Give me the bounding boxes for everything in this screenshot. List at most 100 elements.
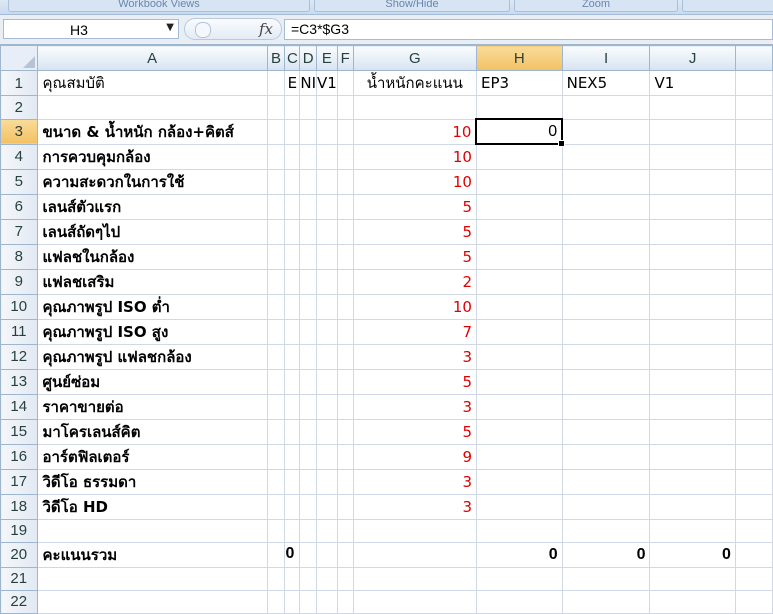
cell-e19[interactable]	[316, 518, 338, 543]
cell-d13[interactable]	[299, 368, 318, 395]
cell-e18[interactable]	[316, 493, 338, 520]
cell-h19[interactable]	[475, 518, 563, 543]
cell-c21[interactable]	[284, 566, 301, 591]
row-header[interactable]: 22	[0, 589, 38, 614]
cell-a2[interactable]	[36, 95, 268, 120]
cell-b10[interactable]	[266, 293, 286, 320]
cell-b18[interactable]	[266, 493, 286, 520]
cell-e14[interactable]	[316, 393, 338, 420]
cell-h10[interactable]	[475, 293, 563, 320]
cell-j15[interactable]	[649, 418, 736, 445]
cell-k3[interactable]	[734, 118, 773, 145]
cell-f7[interactable]	[336, 218, 354, 245]
cell-e17[interactable]	[316, 468, 338, 495]
cell-b22[interactable]	[266, 589, 286, 614]
row-header[interactable]: 14	[0, 393, 38, 420]
cell-b2[interactable]	[266, 95, 286, 120]
cell-c22[interactable]	[284, 589, 301, 614]
cell-d8[interactable]	[299, 243, 318, 270]
cell-i19[interactable]	[561, 518, 651, 543]
column-header-d[interactable]: D	[299, 45, 318, 71]
cell-g13[interactable]: 5	[352, 368, 477, 395]
cell-e1[interactable]: V1	[316, 70, 338, 96]
cell-i3[interactable]	[561, 118, 651, 145]
cell-j9[interactable]	[649, 268, 736, 295]
cell-i6[interactable]	[561, 193, 651, 220]
total-i[interactable]: 0	[561, 541, 651, 568]
cell-e20[interactable]	[316, 541, 338, 568]
cell-c16[interactable]	[284, 443, 301, 470]
row-header[interactable]: 9	[0, 268, 38, 295]
cell-g18[interactable]: 3	[352, 493, 477, 520]
cell-h21[interactable]	[475, 566, 563, 591]
cell-a10[interactable]: คุณภาพรูป ISO ต่ำ	[36, 293, 268, 320]
row-header[interactable]: 2	[0, 95, 38, 120]
cell-h15[interactable]	[475, 418, 563, 445]
cell-a19[interactable]	[36, 518, 268, 543]
cell-e5[interactable]	[316, 168, 338, 195]
cell-d6[interactable]	[299, 193, 318, 220]
cell-d11[interactable]	[299, 318, 318, 345]
cell-a16[interactable]: อาร์ตฟิลเตอร์	[36, 443, 268, 470]
cell-e2[interactable]	[316, 95, 338, 120]
ribbon-group-show-hide[interactable]: Show/Hide	[314, 0, 510, 12]
cell-j13[interactable]	[649, 368, 736, 395]
cell-d12[interactable]	[299, 343, 318, 370]
cell-k12[interactable]	[734, 343, 773, 370]
column-header-k[interactable]	[734, 45, 773, 71]
cell-b16[interactable]	[266, 443, 286, 470]
cell-b14[interactable]	[266, 393, 286, 420]
cell-h18[interactable]	[475, 493, 563, 520]
cell-j5[interactable]	[649, 168, 736, 195]
ribbon-group-window[interactable]	[682, 0, 773, 12]
cell-k14[interactable]	[734, 393, 773, 420]
cell-k11[interactable]	[734, 318, 773, 345]
cell-h16[interactable]	[475, 443, 563, 470]
cell-c11[interactable]	[284, 318, 301, 345]
cell-d22[interactable]	[299, 589, 318, 614]
total-j[interactable]: 0	[649, 541, 736, 568]
cell-j11[interactable]	[649, 318, 736, 345]
column-header-g[interactable]: G	[352, 45, 477, 71]
row-header[interactable]: 21	[0, 566, 38, 591]
cell-f11[interactable]	[336, 318, 354, 345]
cell-c5[interactable]	[284, 168, 301, 195]
row-header[interactable]: 17	[0, 468, 38, 495]
cell-g22[interactable]	[352, 589, 477, 614]
cell-g11[interactable]: 7	[352, 318, 477, 345]
cell-e10[interactable]	[316, 293, 338, 320]
cell-d2[interactable]	[299, 95, 318, 120]
cell-f1[interactable]	[336, 70, 354, 96]
cell-k13[interactable]	[734, 368, 773, 395]
cell-d1[interactable]: NI	[299, 70, 318, 96]
cell-f10[interactable]	[336, 293, 354, 320]
cell-i5[interactable]	[561, 168, 651, 195]
cell-f6[interactable]	[336, 193, 354, 220]
cell-j2[interactable]	[649, 95, 736, 120]
cell-h7[interactable]	[475, 218, 563, 245]
cell-i15[interactable]	[561, 418, 651, 445]
cell-c18[interactable]	[284, 493, 301, 520]
cell-k16[interactable]	[734, 443, 773, 470]
cell-i18[interactable]	[561, 493, 651, 520]
cell-k22[interactable]	[734, 589, 773, 614]
cell-a4[interactable]: การควบคุมกล้อง	[36, 143, 268, 170]
cell-b9[interactable]	[266, 268, 286, 295]
cell-j16[interactable]	[649, 443, 736, 470]
cell-k7[interactable]	[734, 218, 773, 245]
insert-function-icon[interactable]: fx	[259, 20, 273, 38]
cell-h11[interactable]	[475, 318, 563, 345]
cell-f2[interactable]	[336, 95, 354, 120]
cell-b15[interactable]	[266, 418, 286, 445]
cell-d3[interactable]	[299, 118, 318, 145]
column-header-c[interactable]: C	[284, 45, 301, 71]
cell-d15[interactable]	[299, 418, 318, 445]
cell-k2[interactable]	[734, 95, 773, 120]
cell-h3[interactable]: 0	[475, 118, 566, 147]
cell-c7[interactable]	[284, 218, 301, 245]
column-header-e[interactable]: E	[316, 45, 338, 71]
resize-handle-icon[interactable]	[195, 22, 211, 38]
cell-j6[interactable]	[649, 193, 736, 220]
row-header[interactable]: 7	[0, 218, 38, 245]
cell-f8[interactable]	[336, 243, 354, 270]
